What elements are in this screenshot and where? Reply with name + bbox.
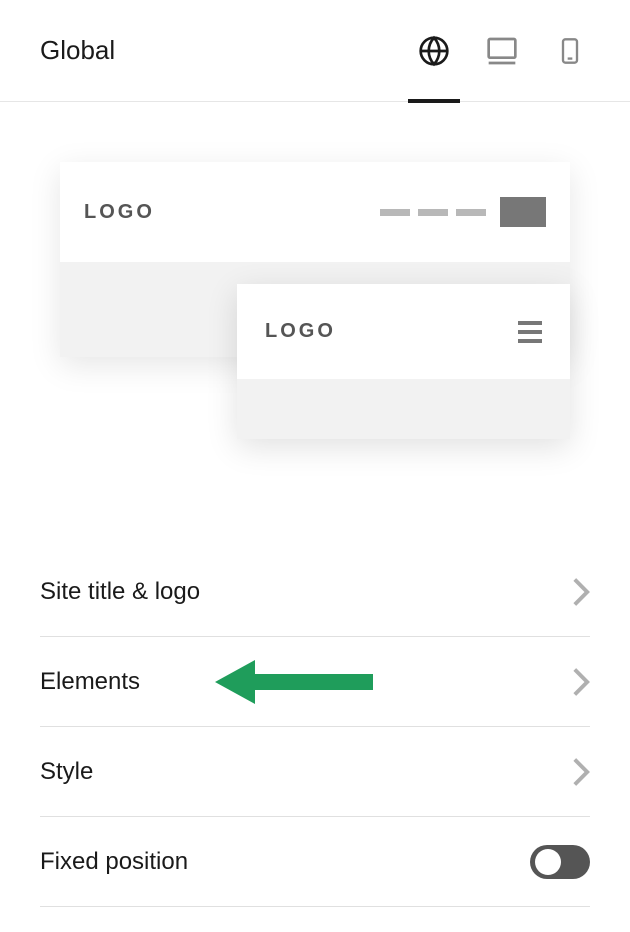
nav-link-placeholder [456,209,486,216]
mobile-device-button[interactable] [550,31,590,71]
site-title-logo-item[interactable]: Site title & logo [40,547,590,637]
desktop-preview-header: LOGO [60,162,570,262]
nav-link-placeholder [380,209,410,216]
nav-button-placeholder [500,197,546,227]
settings-label: Elements [40,668,140,696]
desktop-logo-placeholder: LOGO [84,201,155,224]
globe-icon [418,35,450,67]
mobile-icon [556,35,584,67]
fixed-position-item: Fixed position [40,817,590,907]
style-item[interactable]: Style [40,727,590,817]
globe-device-button[interactable] [414,31,454,71]
page-title: Global [40,35,115,66]
settings-list: Site title & logo Elements Style Fixed p… [0,547,630,907]
settings-label: Fixed position [40,848,188,876]
desktop-nav-placeholder [380,197,546,227]
annotation-arrow-icon [215,655,375,709]
preview-area: LOGO LOGO [0,102,630,407]
settings-label: Style [40,758,93,786]
chevron-right-icon [572,758,590,786]
mobile-logo-placeholder: LOGO [265,320,336,343]
desktop-device-button[interactable] [482,31,522,71]
toggle-thumb [535,849,561,875]
fixed-position-toggle[interactable] [530,845,590,879]
chevron-right-icon [572,578,590,606]
chevron-right-icon [572,668,590,696]
header: Global [0,0,630,102]
nav-link-placeholder [418,209,448,216]
device-toggle-group [414,31,590,71]
settings-label: Site title & logo [40,578,200,606]
hamburger-icon [518,321,542,343]
elements-item[interactable]: Elements [40,637,590,727]
mobile-preview-header: LOGO [237,284,570,379]
desktop-icon [486,35,518,67]
mobile-preview: LOGO [237,284,570,439]
